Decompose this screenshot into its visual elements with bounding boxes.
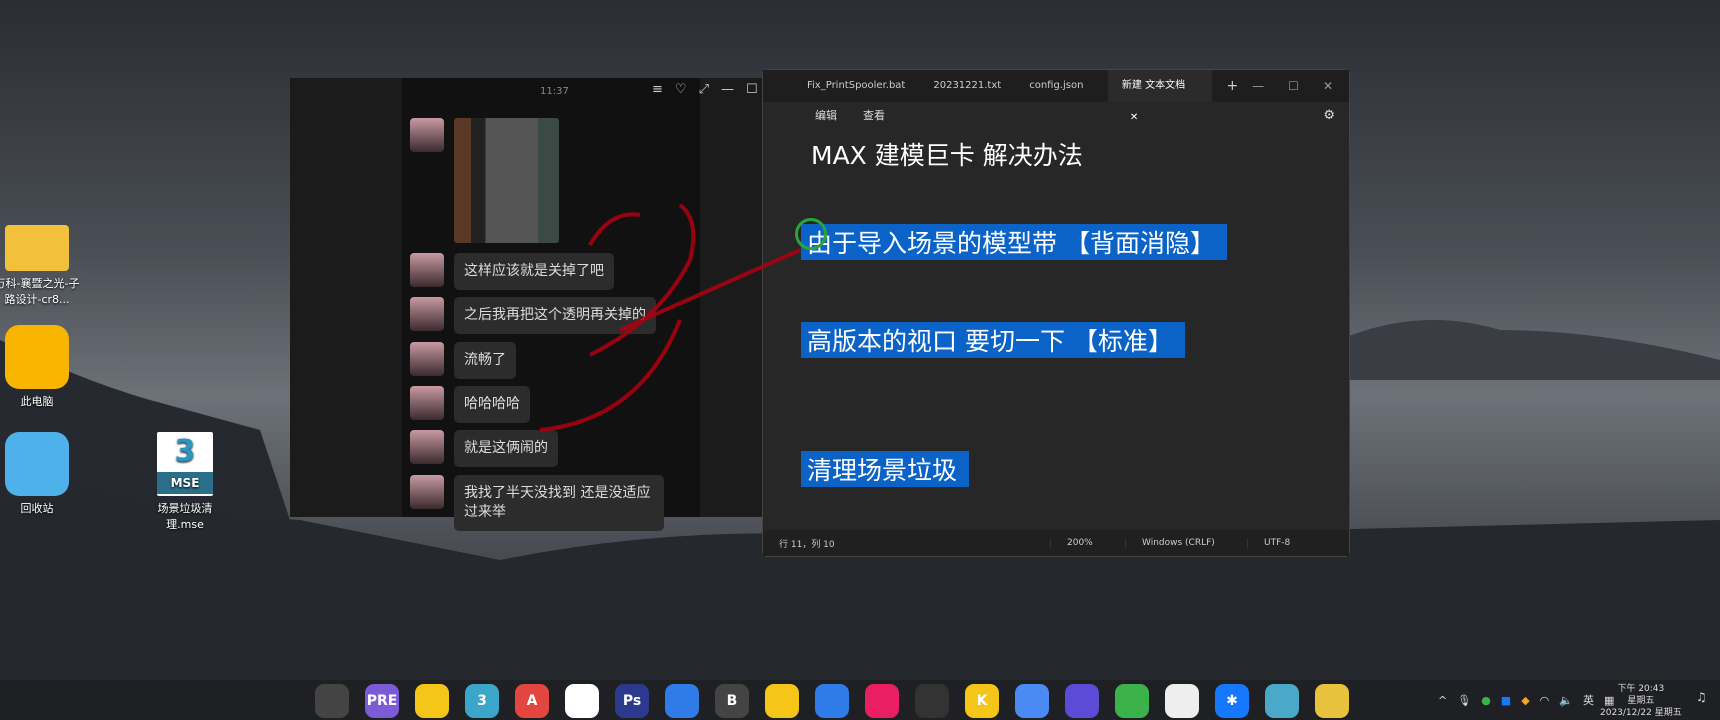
taskbar-app-b-icon[interactable]: B [715,684,749,718]
taskbar-player-icon[interactable] [815,684,849,718]
chevron-up-icon[interactable]: ^ [1438,694,1447,707]
taskbar-tiktok-icon[interactable] [915,684,949,718]
red-annotation-stroke [539,203,801,432]
taskbar-app-1-icon[interactable] [315,684,349,718]
wifi-icon[interactable]: ◠ [1540,694,1550,707]
taskbar-photoshop-icon[interactable]: Ps [615,684,649,718]
taskbar-kugou-icon[interactable]: K [965,684,999,718]
volume-icon[interactable]: 🔈 [1559,694,1573,707]
taskbar-qq-icon[interactable] [1165,684,1199,718]
taskbar-zoom-icon[interactable] [665,684,699,718]
taskbar-app-circle-icon[interactable] [1065,684,1099,718]
taskbar-copilot-icon[interactable]: PRE [365,684,399,718]
shield-icon[interactable]: ◆ [1521,694,1529,707]
taskbar-autocad-icon[interactable]: A [515,684,549,718]
app-tray-icon[interactable]: ■ [1501,694,1511,707]
microphone-icon[interactable]: 🎙 [1457,694,1471,707]
taskbar-app-bear-icon[interactable] [1015,684,1049,718]
taskbar-edge-icon[interactable] [415,684,449,718]
wechat-tray-icon[interactable]: ● [1481,694,1491,707]
taskbar-photos-icon[interactable] [565,684,599,718]
taskbar-3dsmax-icon[interactable]: 3 [465,684,499,718]
ime-indicator[interactable]: 英 [1583,692,1594,708]
taskbar-app-star-icon[interactable]: ✱ [1215,684,1249,718]
taskbar-notes-icon[interactable] [765,684,799,718]
taskbar-app-m-icon[interactable] [865,684,899,718]
taskbar-wechat-icon[interactable] [1115,684,1149,718]
taskbar-notepad-icon[interactable] [1265,684,1299,718]
clock[interactable]: 下午 20:43 星期五 2023/12/22 星期五 [1600,683,1682,719]
notification-bell-icon[interactable]: ♫ [1696,690,1707,704]
taskbar-notepad-active-icon[interactable] [1315,684,1349,718]
